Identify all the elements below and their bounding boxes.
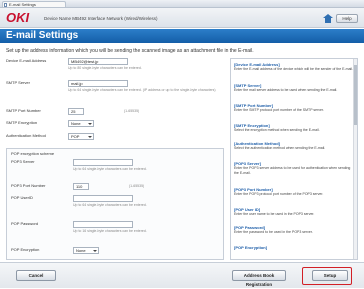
help-panel[interactable]: [Device E-mail Address] Enter the E-mail… [230, 58, 358, 260]
help-item-desc: Enter the POP3 server address to be used… [234, 166, 351, 175]
smtp-encryption-select[interactable]: None [68, 120, 94, 127]
smtp-server-hint: Up to 64 single-byte characters can be e… [68, 88, 216, 92]
pop-port-input[interactable]: 110 [73, 183, 89, 190]
smtp-encryption-label: SMTP Encryption [6, 120, 38, 125]
pop-user-input[interactable] [73, 195, 133, 202]
device-email-input[interactable]: MB492@test.jp [68, 58, 128, 65]
chevron-down-icon [93, 250, 97, 252]
browser-tab-title: E-mail Settings [9, 2, 36, 7]
browser-tab[interactable]: E-mail Settings [2, 1, 66, 7]
help-item: [POP3 Server] Enter the POP3 server addr… [234, 161, 356, 175]
pop-encryption-select[interactable]: None [73, 247, 99, 254]
help-item-desc: Enter the mail server address to be used… [234, 88, 338, 92]
pop-password-label: POP Password [11, 221, 39, 226]
scrollbar-thumb[interactable] [354, 65, 357, 125]
help-item: [POP Password] Enter the password to be … [234, 225, 356, 235]
pop-port-label: POP3 Port Number [11, 183, 46, 188]
device-model-name: Device Name MB492 Interface Network (Wir… [44, 16, 158, 21]
chevron-down-icon [88, 123, 92, 125]
auth-method-label: Authentication Method [6, 133, 46, 138]
page-title-band: E-mail Settings [0, 29, 364, 43]
pop-port-range: (1-65535) [129, 184, 145, 188]
pop-user-label: POP UserID [11, 195, 33, 200]
help-item-desc: Select the authentication method when se… [234, 146, 326, 150]
help-item: [SMTP Encryption] Select the encryption … [234, 123, 356, 133]
help-item: [POP Encryption] [234, 245, 356, 250]
home-icon[interactable] [323, 13, 333, 23]
pop-password-input[interactable] [73, 221, 133, 228]
help-button[interactable]: Help [336, 13, 358, 23]
help-panel-scrollbar[interactable] [353, 59, 357, 259]
help-item: [SMTP Port Number] Enter the SMTP protoc… [234, 103, 356, 113]
device-email-label: Device E-mail Address [6, 58, 47, 63]
page-icon [4, 3, 7, 7]
oki-logo: OKI [6, 10, 30, 25]
smtp-encryption-value: None [71, 121, 81, 126]
help-item: [POP User ID] Enter the user name to be … [234, 207, 356, 217]
pop-server-hint: Up to 64 single-byte characters can be e… [73, 167, 147, 171]
help-item-desc: Enter the POP3 protocol port number of t… [234, 192, 324, 196]
help-item-desc: Enter the E-mail address of the device w… [234, 67, 354, 71]
settings-form: Device E-mail Address MB492@test.jp Up t… [6, 58, 224, 260]
help-item-desc: Select the encryption method when sendin… [234, 128, 320, 132]
pop-password-hint: Up to 16 single-byte characters can be e… [73, 229, 147, 233]
smtp-server-input[interactable]: mail.jp [68, 80, 128, 87]
auth-method-select[interactable]: POP [68, 133, 94, 140]
chevron-down-icon [88, 136, 92, 138]
help-item: [Authentication Method] Select the authe… [234, 141, 356, 151]
browser-tab-strip: E-mail Settings [0, 0, 364, 8]
pop-encryption-value: None [76, 248, 86, 253]
smtp-server-label: SMTP Server [6, 80, 30, 85]
pop-settings-group: POP encryption scheme POP3 Server Up to … [6, 148, 224, 260]
address-book-registration-button[interactable]: Address Book Registration [232, 270, 286, 287]
smtp-port-range: (1-65535) [124, 109, 140, 113]
help-item: [POP3 Port Number] Enter the POP3 protoc… [234, 187, 356, 197]
page-intro: Set up the address information which you… [6, 48, 254, 54]
pop-server-input[interactable] [73, 159, 133, 166]
app-header: OKI Device Name MB492 Interface Network … [0, 8, 364, 28]
pop-group-caption: POP encryption scheme [11, 151, 55, 156]
help-item: [Device E-mail Address] Enter the E-mail… [234, 62, 356, 72]
smtp-port-label: SMTP Port Number [6, 108, 41, 113]
device-email-hint: Up to 80 single-byte characters can be e… [68, 66, 142, 70]
footer-bar: Cancel Address Book Registration Setup [0, 262, 364, 288]
pop-server-label: POP3 Server [11, 159, 35, 164]
help-item-title: [POP Encryption] [234, 245, 268, 250]
cancel-button[interactable]: Cancel [16, 270, 56, 281]
pop-user-hint: Up to 64 single-byte characters can be e… [73, 203, 147, 207]
help-item-desc: Enter the user name to be used in the PO… [234, 212, 315, 216]
page-title: E-mail Settings [6, 30, 79, 41]
help-item-desc: Enter the SMTP protocol port number of t… [234, 108, 324, 112]
smtp-port-input[interactable]: 25 [68, 108, 84, 115]
pop-encryption-label: POP Encryption [11, 247, 40, 252]
setup-button[interactable]: Setup [312, 270, 348, 281]
auth-method-value: POP [71, 134, 80, 139]
help-item-desc: Enter the password to be used in the POP… [234, 230, 313, 234]
help-item: [SMTP Server] Enter the mail server addr… [234, 83, 356, 93]
browser-window: E-mail Settings OKI Device Name MB492 In… [0, 0, 364, 288]
header-actions: Help [323, 13, 358, 23]
